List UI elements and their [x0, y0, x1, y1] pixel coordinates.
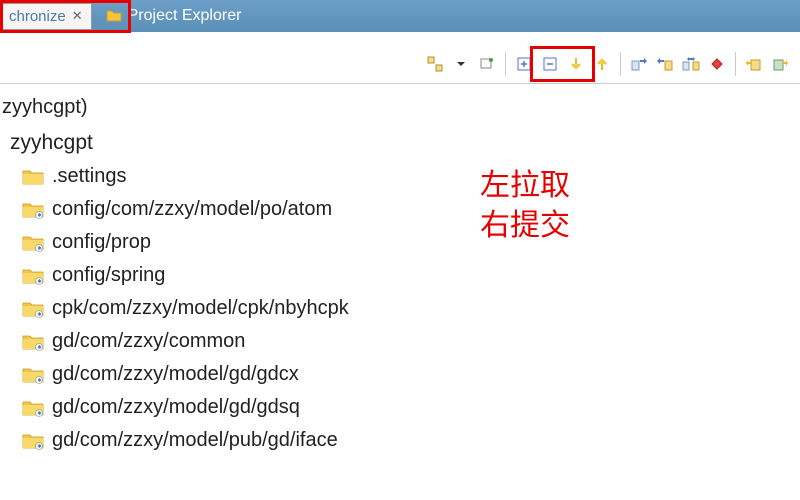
tree-item[interactable]: gd/com/zzxy/common — [0, 326, 800, 357]
tree-item-label: gd/com/zzxy/model/gd/gdcx — [52, 363, 299, 386]
tree-item-label: cpk/com/zzxy/model/cpk/nbyhcpk — [52, 297, 349, 320]
sync-folder-icon — [22, 399, 44, 417]
tree-item[interactable]: cpk/com/zzxy/model/cpk/nbyhcpk — [0, 293, 800, 324]
collapse-button[interactable] — [538, 52, 562, 76]
tree-project-label: zyyhcgpt — [10, 131, 93, 155]
tab-bar: chronize ✕ Project Explorer — [0, 0, 800, 32]
tree-item[interactable]: .settings — [0, 161, 800, 192]
tree-item[interactable]: config/prop — [0, 227, 800, 258]
commit-button[interactable] — [768, 52, 792, 76]
folder-icon — [106, 8, 122, 24]
tree-item[interactable]: config/com/zzxy/model/po/atom — [0, 194, 800, 225]
annotation-commit: 右提交 — [480, 200, 570, 244]
tree-item-label: gd/com/zzxy/model/gd/gdsq — [52, 396, 300, 419]
tree-root[interactable]: zyyhcgpt) — [0, 92, 800, 123]
incoming-outgoing-button[interactable] — [679, 52, 703, 76]
sync-tree: zyyhcgpt) zyyhcgpt .settings config/com/z… — [0, 84, 800, 456]
dropdown-button[interactable] — [449, 52, 473, 76]
toolbar-separator — [735, 52, 736, 76]
expand-button[interactable] — [512, 52, 536, 76]
synchronize-button[interactable] — [423, 52, 447, 76]
pull-incoming-button[interactable] — [627, 52, 651, 76]
tree-item[interactable]: gd/com/zzxy/model/pub/gd/iface — [0, 425, 800, 456]
tree-project[interactable]: zyyhcgpt — [0, 127, 800, 159]
folder-icon — [22, 168, 44, 186]
sync-folder-icon — [22, 300, 44, 318]
annotation-pull: 左拉取 — [480, 160, 570, 204]
sync-folder-icon — [22, 201, 44, 219]
tab-label: chronize — [9, 8, 66, 25]
pin-button[interactable] — [475, 52, 499, 76]
tree-item-label: config/prop — [52, 231, 151, 254]
tab-synchronize[interactable]: chronize ✕ — [0, 3, 92, 30]
up-arrow-button[interactable] — [590, 52, 614, 76]
sync-folder-icon — [22, 366, 44, 384]
tab-project-explorer[interactable]: Project Explorer — [96, 3, 252, 29]
tree-item-label: config/spring — [52, 264, 165, 287]
tree-root-label: zyyhcgpt) — [2, 96, 88, 119]
sync-folder-icon — [22, 333, 44, 351]
sync-folder-icon — [22, 432, 44, 450]
toolbar-separator — [620, 52, 621, 76]
tree-item-label: config/com/zzxy/model/po/atom — [52, 198, 332, 221]
conflicts-button[interactable] — [705, 52, 729, 76]
close-icon[interactable]: ✕ — [72, 8, 83, 24]
push-outgoing-button[interactable] — [653, 52, 677, 76]
toolbar — [0, 44, 800, 84]
update-button[interactable] — [742, 52, 766, 76]
tree-item-label: gd/com/zzxy/model/pub/gd/iface — [52, 429, 338, 452]
sync-folder-icon — [22, 234, 44, 252]
toolbar-separator — [505, 52, 506, 76]
tab-label: Project Explorer — [128, 7, 242, 25]
tree-item[interactable]: gd/com/zzxy/model/gd/gdcx — [0, 359, 800, 390]
tree-item[interactable]: config/spring — [0, 260, 800, 291]
down-arrow-button[interactable] — [564, 52, 588, 76]
sync-folder-icon — [22, 267, 44, 285]
tree-item[interactable]: gd/com/zzxy/model/gd/gdsq — [0, 392, 800, 423]
tree-item-label: gd/com/zzxy/common — [52, 330, 245, 353]
tree-item-label: .settings — [52, 165, 126, 188]
